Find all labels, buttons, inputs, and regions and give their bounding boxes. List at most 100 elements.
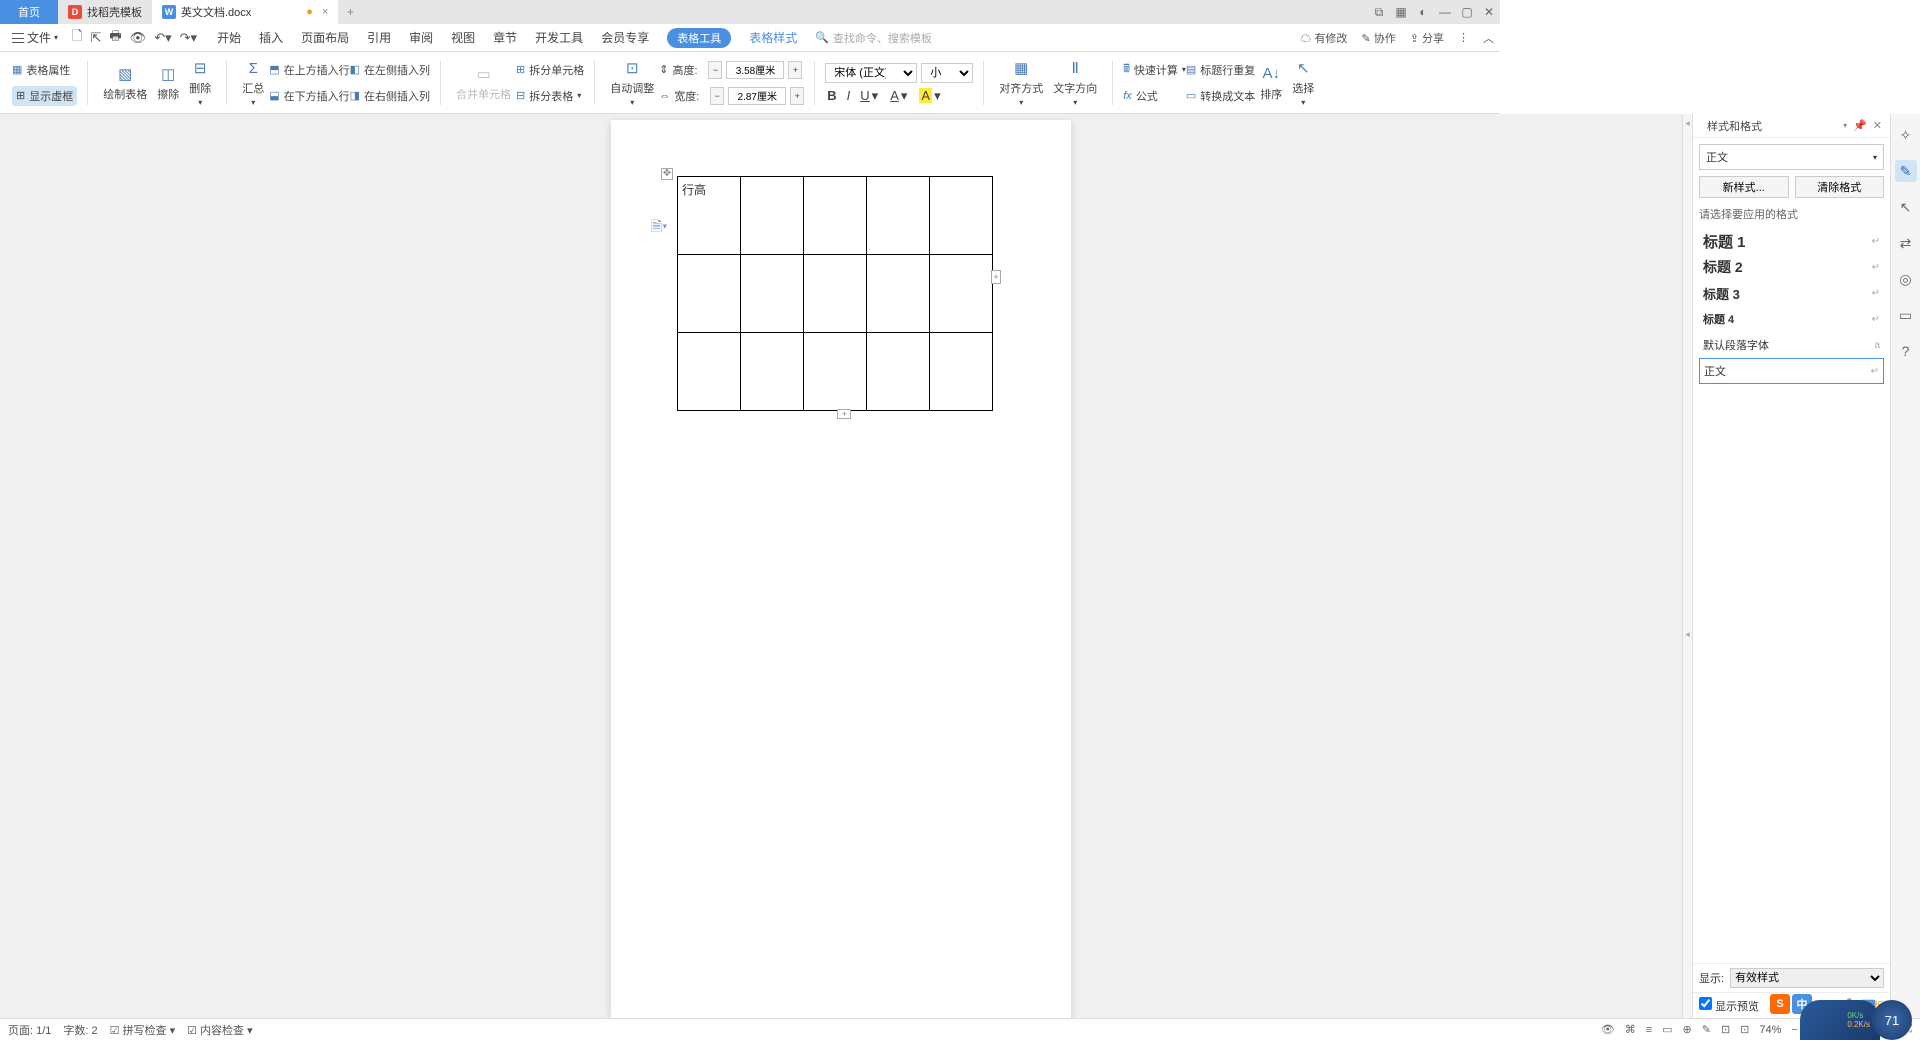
bold-button[interactable]: B xyxy=(825,87,838,104)
style-heading3[interactable]: 标题 3↵ xyxy=(1699,280,1884,306)
cell[interactable] xyxy=(930,333,993,411)
width-dec[interactable]: − xyxy=(710,87,724,105)
book-icon[interactable]: ▭ xyxy=(1895,304,1917,326)
table[interactable]: 行高 xyxy=(677,176,993,411)
web-icon[interactable]: ⊕ xyxy=(1683,1023,1692,1036)
preview-icon[interactable]: 👁 xyxy=(130,30,147,46)
changes-button[interactable]: ☁ 有修改 xyxy=(1300,30,1347,46)
menu-dev[interactable]: 开发工具 xyxy=(535,29,583,46)
cpu-widget[interactable]: 71 xyxy=(1872,1000,1912,1040)
cell[interactable] xyxy=(678,255,741,333)
show-select[interactable]: 有效样式 xyxy=(1730,968,1884,988)
tab-templates[interactable]: D 找稻壳模板 xyxy=(58,0,152,24)
menu-table-tools[interactable]: 表格工具 xyxy=(667,28,731,48)
zoom-level[interactable]: 74% xyxy=(1759,1024,1781,1036)
font-size-select[interactable]: 小四 xyxy=(921,63,973,83)
select-button[interactable]: ↖选择▾ xyxy=(1287,56,1319,109)
cell[interactable] xyxy=(741,177,804,255)
menu-insert[interactable]: 插入 xyxy=(259,29,283,46)
contentcheck-toggle[interactable]: ☑ 内容检查 ▾ xyxy=(187,1022,253,1038)
style-heading1[interactable]: 标题 1↵ xyxy=(1699,228,1884,254)
panel-collapse-bar[interactable]: ◂◂ xyxy=(1682,114,1692,1018)
erase-button[interactable]: ◫擦除 xyxy=(152,62,184,104)
share-button[interactable]: ⇪ 分享 xyxy=(1410,30,1444,46)
comments-icon[interactable]: ⊡ xyxy=(1721,1023,1730,1036)
preview-checkbox[interactable]: 显示预览 xyxy=(1699,997,1759,1014)
show-frame-button[interactable]: ⊞显示虚框 xyxy=(12,86,77,106)
file-menu[interactable]: 文件 ▾ xyxy=(6,29,64,46)
pin-icon[interactable]: 📌 xyxy=(1853,119,1867,132)
target-icon[interactable]: ◎ xyxy=(1895,268,1917,290)
height-dec[interactable]: − xyxy=(708,61,722,79)
redo-button[interactable]: ↷▾ xyxy=(180,30,197,46)
save-icon[interactable]: 🗋 xyxy=(72,27,82,49)
underline-button[interactable]: U▾ xyxy=(858,87,882,105)
maximize-button[interactable]: ▢ xyxy=(1456,5,1478,19)
menu-start[interactable]: 开始 xyxy=(217,29,241,46)
quickcalc-button[interactable]: 🖩 快速计算▾ xyxy=(1123,58,1186,82)
collapse-ribbon-icon[interactable]: ︿ xyxy=(1483,30,1494,46)
word-count[interactable]: 字数: 2 xyxy=(63,1022,97,1038)
transfer-icon[interactable]: ⇄ xyxy=(1895,232,1917,254)
insert-below-button[interactable]: ⬓ 在下方插入行 xyxy=(269,84,349,108)
minimize-button[interactable]: ― xyxy=(1434,5,1456,19)
tags-icon[interactable]: ⌘ xyxy=(1625,1023,1636,1036)
menu-ref[interactable]: 引用 xyxy=(367,29,391,46)
cell[interactable] xyxy=(741,333,804,411)
menu-review[interactable]: 审阅 xyxy=(409,29,433,46)
paragraph-icon[interactable]: 🗎▾ xyxy=(651,216,667,240)
add-tab-button[interactable]: + xyxy=(338,5,362,19)
layout-icon[interactable]: ⧉ xyxy=(1368,5,1390,20)
cell[interactable] xyxy=(867,255,930,333)
insert-above-button[interactable]: ⬒ 在上方插入行 xyxy=(269,58,349,82)
cell[interactable] xyxy=(678,333,741,411)
text-dir-button[interactable]: Ⅱ文字方向▾ xyxy=(1048,56,1102,109)
header-repeat-button[interactable]: ▤ 标题行重复 xyxy=(1186,58,1255,82)
cell[interactable] xyxy=(741,255,804,333)
eye-icon[interactable]: 👁 xyxy=(1601,1023,1615,1036)
menu-member[interactable]: 会员专享 xyxy=(601,29,649,46)
merge-cells-button[interactable]: ▭合并单元格 xyxy=(451,62,516,104)
page-count[interactable]: 页面: 1/1 xyxy=(8,1022,51,1038)
sort-button[interactable]: A↓排序 xyxy=(1255,62,1287,104)
network-widget[interactable]: 0K/s0.2K/s xyxy=(1800,1000,1880,1040)
autofit-button[interactable]: ⊡自动调整▾ xyxy=(605,56,659,109)
add-col-handle[interactable]: + xyxy=(991,270,1001,284)
style-default-font[interactable]: 默认段落字体a xyxy=(1699,332,1884,358)
font-color-button[interactable]: A▾ xyxy=(888,87,911,105)
cell[interactable] xyxy=(930,255,993,333)
search-box[interactable]: 🔍 查找命令、搜索模板 xyxy=(815,30,932,46)
align-button[interactable]: ▦对齐方式▾ xyxy=(994,56,1048,109)
help-icon[interactable]: ? xyxy=(1895,340,1917,362)
style-heading2[interactable]: 标题 2↵ xyxy=(1699,254,1884,280)
cell[interactable] xyxy=(804,255,867,333)
more-icon[interactable]: ⋮ xyxy=(1458,31,1469,44)
height-input[interactable] xyxy=(726,61,784,79)
menu-view[interactable]: 视图 xyxy=(451,29,475,46)
width-input[interactable] xyxy=(728,87,786,105)
close-window-button[interactable]: ✕ xyxy=(1478,5,1500,19)
to-text-button[interactable]: ▭ 转换成文本 xyxy=(1186,84,1255,108)
table-move-handle[interactable]: ✥ xyxy=(661,168,673,180)
split-cell-button[interactable]: ⊞ 拆分单元格 xyxy=(516,58,584,82)
split-table-button[interactable]: ⊟ 拆分表格▾ xyxy=(516,84,584,108)
highlight-button[interactable]: A▾ xyxy=(917,87,944,105)
formula-button[interactable]: fx 公式 xyxy=(1123,84,1186,108)
cell[interactable] xyxy=(867,333,930,411)
summary-button[interactable]: Σ汇总▾ xyxy=(237,56,269,109)
cell[interactable] xyxy=(930,177,993,255)
close-tab-icon[interactable]: × xyxy=(322,6,328,18)
edit-icon[interactable]: ✎ xyxy=(1702,1023,1711,1036)
insert-right-button[interactable]: ◨ 在右侧插入列 xyxy=(350,84,430,108)
italic-button[interactable]: I xyxy=(845,87,853,104)
draw-table-button[interactable]: ▧绘制表格 xyxy=(98,62,152,104)
table-props-button[interactable]: 表格属性 xyxy=(26,62,70,78)
read-icon[interactable]: ▭ xyxy=(1662,1023,1672,1036)
document-canvas[interactable]: ✥ 🗎▾ 行高 + + xyxy=(0,114,1682,1018)
height-inc[interactable]: + xyxy=(788,61,802,79)
new-style-button[interactable]: 新样式... xyxy=(1699,176,1789,198)
export-icon[interactable]: ⇱ xyxy=(90,30,101,46)
cell[interactable] xyxy=(804,333,867,411)
apps-icon[interactable]: ▦ xyxy=(1390,5,1412,19)
tab-document[interactable]: W 英文文档.docx ● × xyxy=(152,0,338,24)
